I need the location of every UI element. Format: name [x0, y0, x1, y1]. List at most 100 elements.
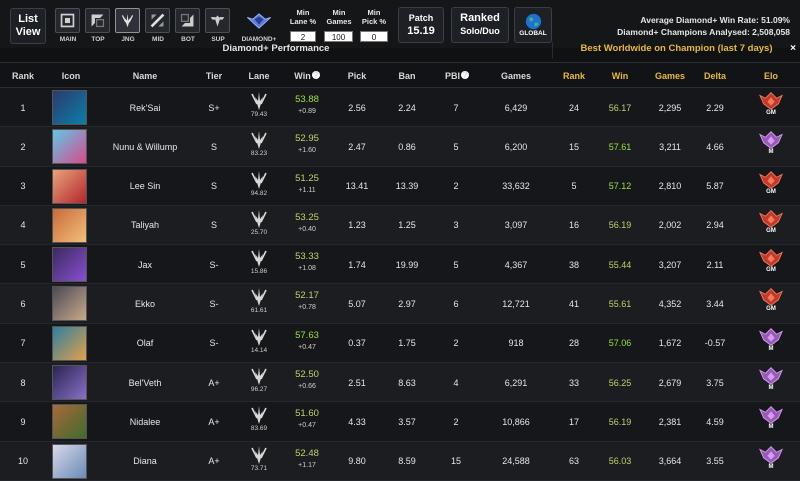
- champion-portrait[interactable]: [52, 286, 87, 322]
- table-row[interactable]: 6 Ekko S- 61.61 52.17 +0.78 5.07 2.97 6 12,721 41 5…: [0, 284, 800, 324]
- rank-cell: 4: [20, 220, 26, 231]
- best-rank-cell: 15: [568, 141, 579, 152]
- win-cell: 52.95 +1.60: [287, 133, 327, 157]
- pbi-cell: 2: [453, 338, 459, 349]
- header-games[interactable]: Games: [496, 71, 536, 81]
- win-rate: 51.25: [295, 172, 319, 184]
- win-rate: 53.25: [295, 211, 319, 223]
- table-row[interactable]: 4 Taliyah S 25.70 53.25 +0.40 1.23 1.25 3 3,097 16…: [0, 205, 800, 246]
- win-cell: 51.60 +0.47: [287, 408, 327, 432]
- header-win[interactable]: Win?: [290, 71, 324, 81]
- table-row[interactable]: 9 Nidalee A+ 83.69 51.60 +0.47 4.33 3.57 2 10,866…: [0, 402, 800, 442]
- header-best-games[interactable]: Games: [652, 71, 688, 81]
- champion-name[interactable]: Rek'Sai: [95, 88, 195, 127]
- header-rank[interactable]: Rank: [8, 71, 38, 81]
- games-cell: 918: [508, 338, 524, 349]
- champion-name[interactable]: Olaf: [95, 324, 195, 363]
- best-delta-cell: 2.29: [706, 102, 724, 113]
- games-cell: 6,291: [504, 377, 528, 388]
- summary-stats: Average Diamond+ Win Rate: 51.09% Diamon…: [617, 14, 790, 38]
- best-delta-cell: -0.57: [704, 338, 726, 349]
- champion-name[interactable]: Taliyah: [95, 206, 195, 245]
- best-delta-cell: 4.59: [706, 416, 724, 427]
- diamond-rank-button[interactable]: [244, 8, 274, 33]
- min-games-input[interactable]: 100: [324, 31, 353, 42]
- champion-name[interactable]: Bel'Veth: [95, 363, 195, 402]
- lane-percent: 94.82: [250, 189, 268, 197]
- pbi-cell: 3: [453, 220, 459, 231]
- list-view-label-1: List: [18, 13, 38, 25]
- elo-cell: GM: [756, 247, 786, 283]
- header-lane[interactable]: Lane: [244, 71, 274, 81]
- global-button[interactable]: GLOBAL: [514, 7, 552, 43]
- role-button-jng[interactable]: [115, 8, 140, 33]
- champion-name[interactable]: Ekko: [95, 284, 195, 323]
- header-tier[interactable]: Tier: [200, 71, 228, 81]
- best-win-cell: 57.06: [608, 338, 632, 349]
- pick-cell: 0.37: [348, 338, 366, 349]
- grandmaster-emblem-icon: [759, 249, 783, 268]
- header-ban[interactable]: Ban: [392, 71, 422, 81]
- champion-name[interactable]: Nunu & Willump: [95, 127, 195, 166]
- role-button-mid[interactable]: [145, 8, 170, 33]
- champion-portrait[interactable]: [52, 168, 87, 204]
- header-best-delta[interactable]: Delta: [700, 71, 730, 81]
- min-pick-input[interactable]: 0: [360, 31, 388, 42]
- win-delta: +0.78: [298, 304, 316, 312]
- help-icon[interactable]: ?: [461, 71, 469, 80]
- role-button-bot[interactable]: [175, 8, 200, 33]
- champion-name[interactable]: Diana: [95, 442, 195, 481]
- bot-role-icon: [180, 13, 194, 27]
- table-row[interactable]: 10 Diana A+ 73.71 52.48 +1.17 9.80 8.59 15 24,588…: [0, 441, 800, 481]
- table-row[interactable]: 8 Bel'Veth A+ 96.27 52.50 +0.66 2.51 8.63 4 6,291…: [0, 363, 800, 403]
- champs-analysed: Diamond+ Champions Analysed: 2,508,058: [617, 27, 790, 37]
- table-row[interactable]: 3 Lee Sin S 94.82 51.25 +1.11 13.41 13.39 2 33,63…: [0, 166, 800, 206]
- ban-cell: 13.39: [395, 181, 419, 192]
- champion-name[interactable]: Jax: [95, 245, 195, 284]
- role-button-sup[interactable]: [205, 8, 230, 33]
- tier-cell: S-: [209, 259, 219, 270]
- pick-cell: 1.23: [348, 220, 366, 231]
- header-name[interactable]: Name: [120, 71, 170, 81]
- best-section-title: Best Worldwide on Champion (last 7 days)…: [552, 42, 800, 58]
- champion-portrait[interactable]: [52, 207, 87, 243]
- lane-cell: 83.23: [244, 130, 274, 164]
- best-win-cell: 56.17: [608, 102, 632, 113]
- role-button-main[interactable]: [55, 8, 80, 33]
- best-delta-cell: 2.11: [706, 259, 724, 270]
- champion-name[interactable]: Lee Sin: [95, 167, 195, 206]
- header-best-rank[interactable]: Rank: [560, 71, 588, 81]
- role-button-top[interactable]: [85, 8, 110, 33]
- patch-button[interactable]: Patch 15.19: [398, 7, 444, 43]
- elo-label: GM: [766, 110, 776, 116]
- min-pick-label-2: Pick %: [361, 17, 387, 26]
- close-icon[interactable]: ×: [790, 42, 796, 55]
- champion-name[interactable]: Nidalee: [95, 402, 195, 441]
- header-best-win[interactable]: Win: [608, 71, 632, 81]
- lane-percent: 79.43: [250, 111, 268, 118]
- lane-percent: 83.69: [250, 425, 268, 433]
- jungle-lane-icon: [251, 209, 267, 228]
- champion-portrait[interactable]: [52, 247, 87, 283]
- champion-portrait[interactable]: [52, 325, 87, 361]
- queue-button[interactable]: Ranked Solo/Duo: [451, 7, 509, 43]
- header-best-elo[interactable]: Elo: [760, 71, 782, 81]
- table-row[interactable]: 2 Nunu & Willump S 83.23 52.95 +1.60 2.47 0.86 5…: [0, 127, 800, 167]
- champion-portrait[interactable]: [52, 365, 87, 401]
- jungle-lane-icon: [251, 92, 267, 110]
- header-pick[interactable]: Pick: [342, 71, 372, 81]
- table-row[interactable]: 5 Jax S- 15.86 53.33 +1.08 1.74 19.99 5 4,367 38 55…: [0, 245, 800, 285]
- table-row[interactable]: 1 Rek'Sai S+ 79.43 53.88 +0.89 2.56 2.24 7 6,429 2…: [0, 88, 800, 128]
- table-row[interactable]: 7 Olaf S- 14.14 57.63 +0.47 0.37 1.75 2 918 28 57.0…: [0, 323, 800, 364]
- rank-cell: 10: [17, 456, 28, 467]
- best-games-cell: 2,002: [658, 220, 682, 231]
- min-lane-input[interactable]: 2: [290, 31, 316, 42]
- header-pbi[interactable]: PBI?: [440, 71, 474, 81]
- champion-portrait[interactable]: [52, 90, 87, 125]
- champion-portrait[interactable]: [52, 404, 87, 440]
- champion-portrait[interactable]: [52, 129, 87, 165]
- champion-portrait[interactable]: [52, 443, 87, 479]
- elo-cell: M: [756, 365, 786, 401]
- help-icon[interactable]: ?: [311, 71, 320, 80]
- list-view-button[interactable]: List View: [10, 8, 46, 44]
